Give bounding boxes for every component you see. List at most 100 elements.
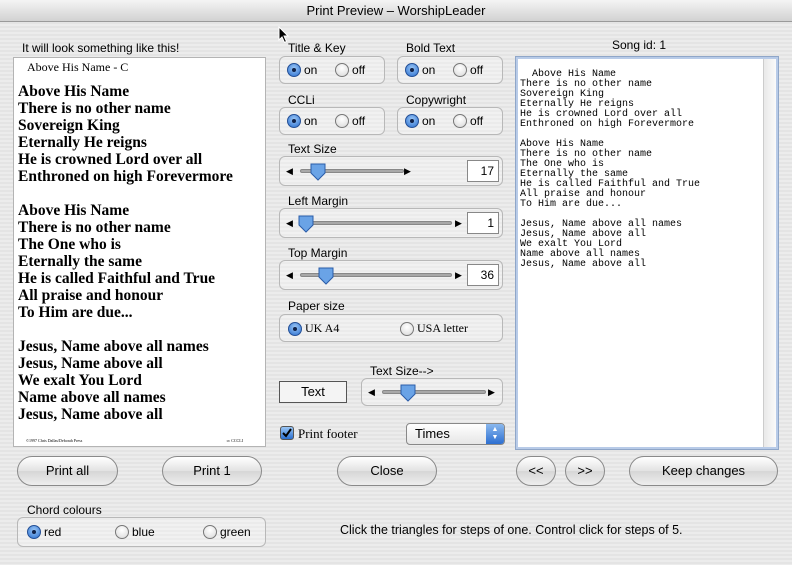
- radio-label: off: [470, 114, 484, 128]
- textbox-text-size-label: Text Size-->: [370, 364, 434, 378]
- textbox-text-size-slider-thumb[interactable]: [400, 384, 416, 402]
- paper-size-label: Paper size: [288, 299, 345, 313]
- ccli-label: CCLi: [288, 93, 315, 107]
- left-margin-label: Left Margin: [288, 194, 349, 208]
- window-title-bar: Print Preview – WorshipLeader: [0, 0, 792, 22]
- radio-selected-icon: [287, 63, 301, 77]
- ccli-on-radio[interactable]: on: [287, 114, 317, 128]
- bold-text-group: on off: [397, 56, 503, 84]
- print-all-button[interactable]: Print all: [17, 456, 118, 486]
- font-select-value: Times: [415, 426, 450, 441]
- chord-red-radio[interactable]: red: [27, 525, 61, 539]
- decrement-triangle-icon[interactable]: ◀: [286, 270, 293, 281]
- previous-song-button[interactable]: <<: [516, 456, 556, 486]
- print-footer-checkbox[interactable]: [280, 426, 294, 440]
- radio-label: on: [422, 114, 436, 128]
- preview-footer-copyright: ©1997 Chris Dallas/Deborah Press: [26, 438, 83, 443]
- chord-colours-group: red blue green: [17, 517, 266, 547]
- radio-unselected-icon: [453, 63, 467, 77]
- decrement-triangle-icon[interactable]: ◀: [286, 166, 293, 177]
- bold-text-off-radio[interactable]: off: [453, 63, 483, 77]
- chord-blue-radio[interactable]: blue: [115, 525, 155, 539]
- radio-selected-icon: [405, 63, 419, 77]
- increment-triangle-icon[interactable]: ▶: [455, 270, 462, 281]
- window-title: Print Preview – WorshipLeader: [306, 3, 486, 18]
- chord-colours-label: Chord colours: [27, 503, 102, 517]
- print-preview-page: Above His Name - C Above His Name There …: [13, 57, 266, 447]
- copyright-off-radio[interactable]: off: [453, 114, 483, 128]
- title-key-group: on off: [279, 56, 385, 84]
- print-one-button[interactable]: Print 1: [162, 456, 262, 486]
- copyright-group: on off: [397, 107, 503, 135]
- text-size-label: Text Size: [288, 142, 337, 156]
- chevron-updown-icon: ▲ ▼: [486, 424, 504, 444]
- checkmark-icon: [282, 428, 292, 438]
- preview-heading: It will look something like this!: [22, 41, 180, 55]
- song-id-label: Song id: 1: [612, 38, 667, 52]
- bold-text-on-radio[interactable]: on: [405, 63, 435, 77]
- left-margin-slider-track[interactable]: [300, 221, 452, 225]
- radio-label: off: [470, 63, 484, 77]
- bold-text-label: Bold Text: [406, 41, 456, 55]
- radio-unselected-icon: [335, 63, 349, 77]
- paper-usa-letter-radio[interactable]: USA letter: [400, 321, 468, 336]
- copyright-label: Copywright: [406, 93, 467, 107]
- radio-label: on: [304, 114, 318, 128]
- song-text-scrollbar[interactable]: [763, 59, 776, 447]
- radio-label: on: [304, 63, 318, 77]
- top-margin-value-field[interactable]: 36: [467, 264, 499, 286]
- top-margin-group: ◀ ▶ 36: [279, 260, 503, 290]
- song-text-content: Above His Name There is no other name So…: [520, 69, 701, 270]
- preview-lyrics: Above His Name There is no other name So…: [18, 83, 233, 423]
- left-margin-group: ◀ ▶ 1: [279, 208, 503, 238]
- font-select[interactable]: Times ▲ ▼: [406, 423, 505, 445]
- close-button[interactable]: Close: [337, 456, 437, 486]
- increment-triangle-icon[interactable]: ▶: [488, 387, 495, 398]
- radio-selected-icon: [288, 321, 302, 336]
- title-key-label: Title & Key: [288, 41, 346, 55]
- decrement-triangle-icon[interactable]: ◀: [286, 218, 293, 229]
- next-song-button[interactable]: >>: [565, 456, 605, 486]
- radio-label: off: [352, 63, 366, 77]
- song-text-area[interactable]: Above His Name There is no other name So…: [515, 56, 779, 450]
- increment-triangle-icon[interactable]: ▶: [404, 166, 411, 177]
- ccli-off-radio[interactable]: off: [335, 114, 365, 128]
- paper-uk-a4-radio[interactable]: UK A4: [288, 321, 339, 336]
- ccli-group: on off: [279, 107, 385, 135]
- radio-selected-icon: [405, 114, 419, 128]
- top-margin-label: Top Margin: [288, 246, 348, 260]
- paper-size-group: UK A4 USA letter: [279, 314, 503, 342]
- text-button[interactable]: Text: [279, 381, 347, 403]
- radio-label: UK A4: [305, 321, 340, 335]
- preview-footer-ccli: cc CCCLI: [226, 438, 243, 443]
- text-size-value-field[interactable]: 17: [467, 160, 499, 182]
- radio-label: red: [44, 525, 62, 539]
- textbox-text-size-slider-track[interactable]: [382, 390, 486, 394]
- chord-green-radio[interactable]: green: [203, 525, 251, 539]
- copyright-on-radio[interactable]: on: [405, 114, 435, 128]
- title-key-on-radio[interactable]: on: [287, 63, 317, 77]
- decrement-triangle-icon[interactable]: ◀: [368, 387, 375, 398]
- increment-triangle-icon[interactable]: ▶: [455, 218, 462, 229]
- radio-unselected-icon: [115, 525, 129, 539]
- radio-label: blue: [132, 525, 155, 539]
- hint-text: Click the triangles for steps of one. Co…: [340, 523, 683, 537]
- left-margin-value-field[interactable]: 1: [467, 212, 499, 234]
- text-size-slider-thumb[interactable]: [310, 163, 326, 181]
- title-key-off-radio[interactable]: off: [335, 63, 365, 77]
- print-footer-label: Print footer: [298, 426, 358, 441]
- textbox-text-size-group: ◀ ▶: [361, 378, 503, 406]
- radio-unselected-icon: [203, 525, 217, 539]
- radio-label: USA letter: [417, 321, 468, 335]
- radio-selected-icon: [287, 114, 301, 128]
- radio-label: off: [352, 114, 366, 128]
- radio-selected-icon: [27, 525, 41, 539]
- keep-changes-button[interactable]: Keep changes: [629, 456, 778, 486]
- top-margin-slider-thumb[interactable]: [318, 267, 334, 285]
- radio-unselected-icon: [453, 114, 467, 128]
- left-margin-slider-thumb[interactable]: [298, 215, 314, 233]
- text-size-group: ◀ ▶ 17: [279, 156, 503, 186]
- radio-unselected-icon: [335, 114, 349, 128]
- radio-label: green: [220, 525, 251, 539]
- radio-label: on: [422, 63, 436, 77]
